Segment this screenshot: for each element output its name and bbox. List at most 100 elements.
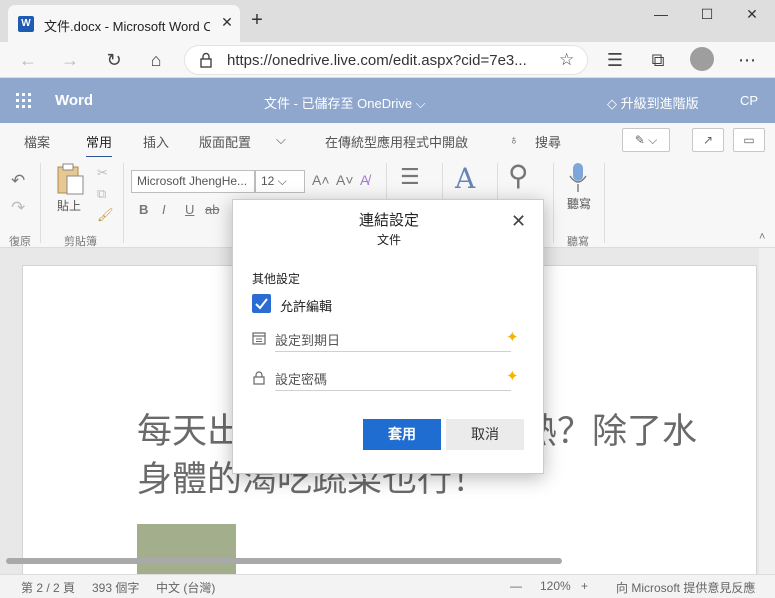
calendar-icon xyxy=(252,332,266,345)
url-field[interactable]: https://onedrive.live.com/edit.aspx?cid=… xyxy=(184,45,588,75)
comments-icon[interactable]: ▭ xyxy=(733,128,765,152)
more-options-icon[interactable]: ⋯ xyxy=(734,48,760,72)
forward-icon[interactable]: → xyxy=(57,48,83,72)
undo-group-label: 復原 xyxy=(9,236,31,248)
close-window-icon[interactable]: ✕ xyxy=(729,0,775,30)
strikethrough-button[interactable]: ab xyxy=(205,202,219,217)
microphone-icon[interactable] xyxy=(568,162,588,194)
undo-icon[interactable]: ↶ xyxy=(11,171,25,191)
vertical-scrollbar[interactable] xyxy=(759,248,775,574)
font-size-value: 12 xyxy=(261,174,275,188)
apply-button[interactable]: 套用 xyxy=(363,419,441,450)
horizontal-scrollbar-thumb[interactable] xyxy=(6,558,562,564)
password-field[interactable]: 設定密碼 xyxy=(275,365,511,391)
tab-layout[interactable]: 版面配置 xyxy=(199,132,251,151)
app-name[interactable]: Word xyxy=(55,92,93,109)
tab-home[interactable]: 常用 xyxy=(86,132,113,158)
underline-button[interactable]: U xyxy=(185,202,194,217)
ribbon-separator xyxy=(40,163,41,243)
paste-icon[interactable] xyxy=(55,163,85,195)
search-icon[interactable]: ♁ xyxy=(509,132,519,147)
styles-icon[interactable]: A xyxy=(455,162,475,195)
app-launcher-icon[interactable] xyxy=(16,93,32,109)
cut-icon[interactable]: ✂ xyxy=(97,165,108,181)
document-title-status[interactable]: 文件 - 已儲存至 OneDrive ⌵ xyxy=(264,93,426,112)
profile-avatar[interactable] xyxy=(690,47,714,71)
refresh-icon[interactable]: ↻ xyxy=(101,48,127,72)
maximize-icon[interactable]: ☐ xyxy=(684,0,730,30)
home-icon[interactable]: ⌂ xyxy=(143,48,169,72)
ribbon-separator xyxy=(553,163,554,243)
find-icon[interactable]: ⚲ xyxy=(508,159,529,192)
password-placeholder: 設定密碼 xyxy=(275,372,328,387)
format-painter-icon[interactable]: 🖌 xyxy=(97,207,114,223)
tab-more-chevron[interactable]: ⌵ xyxy=(276,132,286,148)
link-settings-dialog: 連結設定 文件 ✕ 其他設定 允許編輯 設定到期日 ✦ 設定密碼 ✦ 套用 取消 xyxy=(232,199,544,474)
redo-icon[interactable]: ↷ xyxy=(11,198,25,218)
upgrade-label: 升級到進階版 xyxy=(620,96,699,111)
cancel-button[interactable]: 取消 xyxy=(446,419,524,450)
word-header: Word 文件 - 已儲存至 OneDrive ⌵ ◇ 升級到進階版 CP xyxy=(0,78,775,123)
premium-sparkle-icon: ✦ xyxy=(506,329,519,346)
dictate-label: 聽寫 xyxy=(567,197,592,211)
editing-mode-button[interactable]: ✎ ⌵ xyxy=(622,128,670,152)
padlock-icon xyxy=(253,371,265,385)
tab-search[interactable]: 搜尋 xyxy=(535,132,561,151)
collections-icon[interactable]: ⧉ xyxy=(645,48,671,72)
other-settings-label: 其他設定 xyxy=(252,272,301,286)
tab-open-desktop[interactable]: 在傳統型應用程式中開啟 xyxy=(325,132,468,151)
allow-edit-label[interactable]: 允許編輯 xyxy=(280,296,332,315)
zoom-level[interactable]: 120% xyxy=(540,579,571,593)
bold-button[interactable]: B xyxy=(139,202,148,217)
collapse-ribbon-icon[interactable]: ˄ xyxy=(759,231,765,243)
zoom-out-button[interactable]: — xyxy=(510,579,522,593)
dialog-title: 連結設定 xyxy=(358,212,419,229)
tab-file[interactable]: 檔案 xyxy=(24,132,50,151)
new-tab-icon[interactable]: + xyxy=(246,10,268,32)
feedback-link[interactable]: 向 Microsoft 提供意見反應 xyxy=(616,579,755,596)
share-icon[interactable]: ↗ xyxy=(692,128,724,152)
word-icon: W xyxy=(18,16,34,32)
page-count: 第 2 / 2 頁 xyxy=(21,581,76,595)
tab-insert[interactable]: 插入 xyxy=(143,132,169,151)
zoom-in-button[interactable]: + xyxy=(581,579,588,593)
italic-button[interactable]: I xyxy=(162,202,166,217)
ribbon-separator xyxy=(123,163,124,243)
minimize-icon[interactable]: — xyxy=(638,0,684,30)
url-text: https://onedrive.live.com/edit.aspx?cid=… xyxy=(227,52,527,69)
ribbon-tab-row: 檔案 常用 插入 版面配置 ⌵ 在傳統型應用程式中開啟 ♁ 搜尋 ✎ ⌵ ↗ ▭ xyxy=(0,123,775,158)
word-count: 393 個字 xyxy=(92,581,140,595)
allow-edit-checkbox[interactable] xyxy=(252,294,271,313)
expiry-date-placeholder: 設定到期日 xyxy=(275,333,341,348)
favorite-star-icon[interactable]: ☆ xyxy=(559,50,574,70)
copy-icon[interactable]: ⧉ xyxy=(97,186,106,202)
favorites-list-icon[interactable]: ☰ xyxy=(602,48,628,72)
language[interactable]: 中文 (台灣) xyxy=(156,579,215,596)
premium-sparkle-icon: ✦ xyxy=(506,368,519,385)
grow-font-icon[interactable]: A˄ xyxy=(312,172,330,188)
close-tab-icon[interactable]: ✕ xyxy=(218,13,236,31)
font-name-select[interactable]: Microsoft JhengHe... xyxy=(131,170,255,193)
checkmark-icon xyxy=(255,298,268,310)
lock-icon xyxy=(200,52,212,68)
browser-tab[interactable]: W 文件.docx - Microsoft Word Online ✕ xyxy=(8,5,240,42)
ribbon-separator xyxy=(604,163,605,243)
status-bar: 第 2 / 2 頁 393 個字 中文 (台灣) — 120% + 向 Micr… xyxy=(0,574,775,598)
browser-tab-strip: W 文件.docx - Microsoft Word Online ✕ + — … xyxy=(0,0,775,42)
close-icon[interactable]: ✕ xyxy=(511,212,526,230)
document-image[interactable] xyxy=(137,524,236,576)
clear-format-icon[interactable]: A̸ xyxy=(360,172,369,188)
shrink-font-icon[interactable]: A˅ xyxy=(336,172,354,188)
tab-title: 文件.docx - Microsoft Word Online xyxy=(44,19,210,34)
dialog-subtitle: 文件 xyxy=(376,233,401,247)
user-initials[interactable]: CP xyxy=(740,93,758,108)
upgrade-link[interactable]: ◇ 升級到進階版 xyxy=(607,93,699,112)
back-icon[interactable]: ← xyxy=(15,48,41,72)
expiry-date-field[interactable]: 設定到期日 xyxy=(275,326,511,352)
font-size-select[interactable]: 12 ⌵ xyxy=(255,170,305,193)
dictate-group-label: 聽寫 xyxy=(567,236,589,248)
clipboard-group-label: 剪貼簿 xyxy=(64,236,97,248)
paragraph-icon[interactable]: ☰ xyxy=(400,165,420,189)
paste-label: 貼上 xyxy=(57,199,82,213)
address-bar-row: ← → ↻ ⌂ https://onedrive.live.com/edit.a… xyxy=(0,42,775,78)
